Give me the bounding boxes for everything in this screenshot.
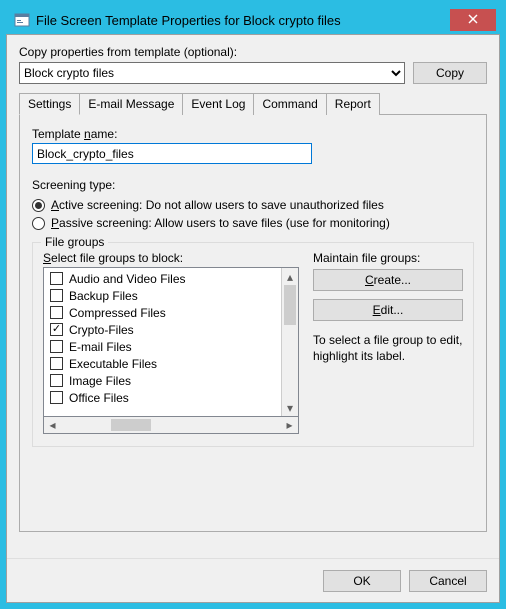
- checkbox-icon: [50, 272, 63, 285]
- checkbox-icon: [50, 323, 63, 336]
- copy-template-label: Copy properties from template (optional)…: [19, 45, 405, 59]
- checkbox-icon: [50, 374, 63, 387]
- checkbox-icon: [50, 289, 63, 302]
- tab-settings[interactable]: Settings: [19, 93, 80, 115]
- cancel-button[interactable]: Cancel: [409, 570, 487, 592]
- app-icon: [14, 12, 30, 28]
- tab-event-log[interactable]: Event Log: [182, 93, 254, 115]
- scroll-left-icon[interactable]: ◂: [44, 417, 61, 433]
- list-item[interactable]: E-mail Files: [44, 338, 281, 355]
- title-bar: File Screen Template Properties for Bloc…: [6, 6, 500, 34]
- maintain-file-groups-label: Maintain file groups:: [313, 251, 463, 265]
- list-item[interactable]: Executable Files: [44, 355, 281, 372]
- vertical-scrollbar[interactable]: ▴ ▾: [281, 268, 298, 416]
- passive-screening-label: Passive screening: Allow users to save f…: [51, 216, 390, 230]
- screening-type-label: Screening type:: [32, 178, 474, 192]
- file-groups-legend: File groups: [41, 235, 108, 249]
- scroll-thumb[interactable]: [284, 285, 296, 325]
- dialog-button-row: OK Cancel: [7, 558, 499, 602]
- scroll-down-icon[interactable]: ▾: [282, 399, 298, 416]
- list-item[interactable]: Crypto-Files: [44, 321, 281, 338]
- scroll-right-icon[interactable]: ▸: [281, 417, 298, 433]
- list-item[interactable]: Compressed Files: [44, 304, 281, 321]
- checkbox-icon: [50, 306, 63, 319]
- copy-button[interactable]: Copy: [413, 62, 487, 84]
- tab-report[interactable]: Report: [326, 93, 380, 115]
- template-name-label: Template name:: [32, 127, 474, 141]
- list-item[interactable]: Backup Files: [44, 287, 281, 304]
- template-name-input[interactable]: [32, 143, 312, 164]
- tab-command[interactable]: Command: [253, 93, 326, 115]
- tab-panel-settings: Template name: Screening type: Active sc…: [19, 114, 487, 532]
- checkbox-icon: [50, 340, 63, 353]
- tab-row: Settings E-mail Message Event Log Comman…: [19, 92, 487, 114]
- ok-button[interactable]: OK: [323, 570, 401, 592]
- active-screening-radio[interactable]: Active screening: Do not allow users to …: [32, 198, 474, 212]
- client-area: Copy properties from template (optional)…: [6, 34, 500, 603]
- window-title: File Screen Template Properties for Bloc…: [36, 13, 450, 28]
- close-icon: [468, 13, 478, 27]
- list-item[interactable]: Office Files: [44, 389, 281, 406]
- template-select[interactable]: Block crypto files: [19, 62, 405, 84]
- create-button[interactable]: Create...: [313, 269, 463, 291]
- help-text: To select a file group to edit, highligh…: [313, 333, 463, 364]
- radio-icon: [32, 199, 45, 212]
- edit-button[interactable]: Edit...: [313, 299, 463, 321]
- tab-control: Settings E-mail Message Event Log Comman…: [19, 92, 487, 532]
- list-item[interactable]: Audio and Video Files: [44, 270, 281, 287]
- scroll-thumb[interactable]: [111, 419, 151, 431]
- dialog-window: File Screen Template Properties for Bloc…: [6, 6, 500, 603]
- horizontal-scrollbar[interactable]: ◂ ▸: [43, 417, 299, 434]
- list-item[interactable]: Image Files: [44, 372, 281, 389]
- checkbox-icon: [50, 391, 63, 404]
- select-file-groups-label: Select file groups to block:: [43, 251, 299, 265]
- checkbox-icon: [50, 357, 63, 370]
- active-screening-label: Active screening: Do not allow users to …: [51, 198, 384, 212]
- radio-icon: [32, 217, 45, 230]
- passive-screening-radio[interactable]: Passive screening: Allow users to save f…: [32, 216, 474, 230]
- scroll-up-icon[interactable]: ▴: [282, 268, 298, 285]
- copy-template-row: Copy properties from template (optional)…: [19, 45, 487, 84]
- file-groups-groupbox: File groups Select file groups to block:…: [32, 242, 474, 447]
- close-button[interactable]: [450, 9, 496, 31]
- file-groups-listbox[interactable]: Audio and Video Files Backup Files Compr…: [43, 267, 299, 417]
- tab-email-message[interactable]: E-mail Message: [79, 93, 183, 115]
